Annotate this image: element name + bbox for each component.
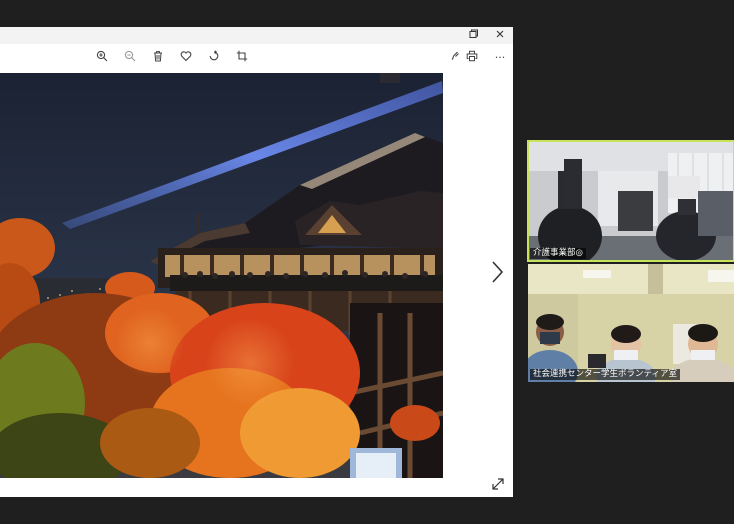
rotate-icon[interactable] <box>206 50 222 66</box>
participant-video-2[interactable]: 社会連携センター学生ボランティア室 <box>528 264 734 382</box>
next-image-button[interactable] <box>488 259 506 285</box>
participant-video-1[interactable]: 介護事業部◎ <box>527 140 734 262</box>
crop-icon[interactable] <box>234 50 250 66</box>
delete-icon[interactable] <box>150 50 166 66</box>
kiyomizu-temple-photo <box>0 73 443 478</box>
edit-icon[interactable] <box>447 50 463 66</box>
title-bar <box>0 27 513 44</box>
photo-image <box>0 73 443 478</box>
participant-video-image <box>528 264 734 382</box>
participant-video-image <box>528 141 734 261</box>
photo-viewer-window: ··· <box>0 27 513 497</box>
close-icon[interactable] <box>493 29 507 42</box>
favorite-icon[interactable] <box>178 50 194 66</box>
participant-name-label: 介護事業部◎ <box>530 248 586 259</box>
participant-status-icon: ◎ <box>575 248 583 258</box>
participant-name-label: 社会連携センター学生ボランティア室 <box>530 369 680 380</box>
chevron-right-icon <box>492 261 504 283</box>
zoom-out-icon[interactable] <box>122 50 138 66</box>
restore-icon[interactable] <box>467 29 481 42</box>
viewer-toolbar: ··· <box>0 44 513 72</box>
more-icon[interactable]: ··· <box>492 50 508 66</box>
expand-icon[interactable] <box>491 476 505 490</box>
zoom-in-icon[interactable] <box>94 50 110 66</box>
print-icon[interactable] <box>464 50 480 66</box>
